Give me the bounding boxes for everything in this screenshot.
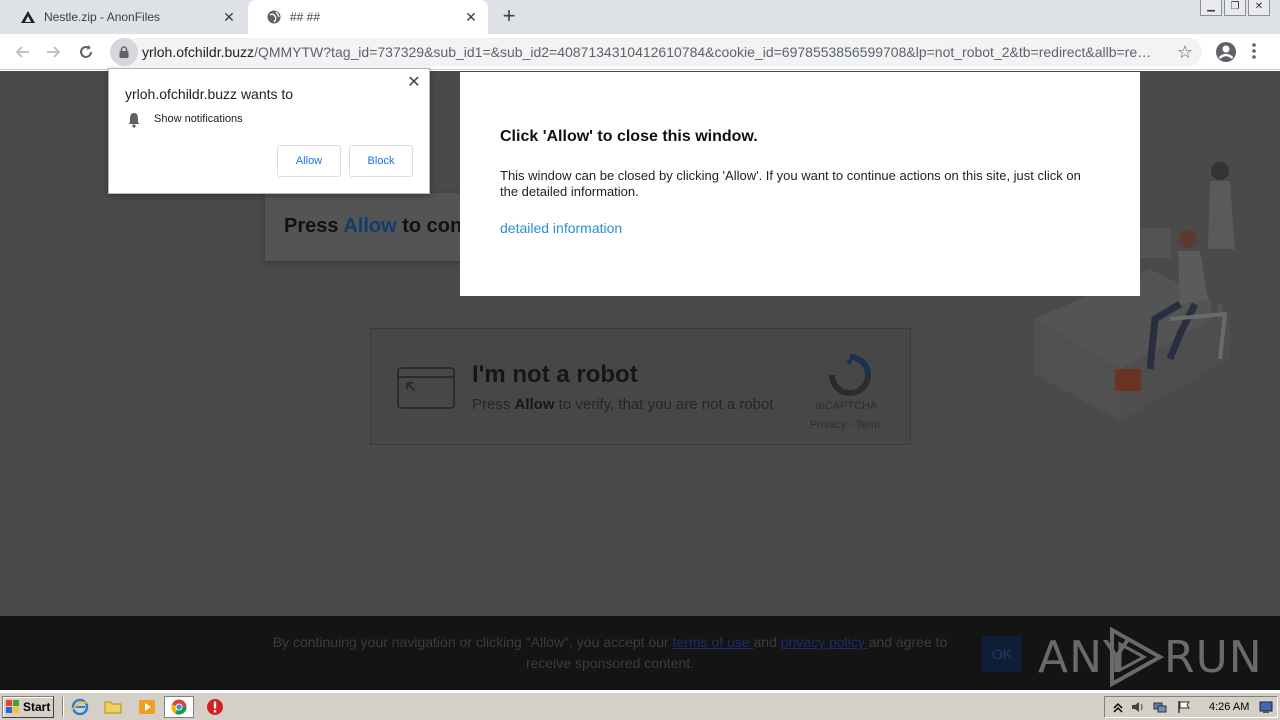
clock: 4:26 AM bbox=[1209, 701, 1250, 713]
detailed-information-link[interactable]: detailed information bbox=[500, 220, 622, 236]
arrow-right-icon bbox=[47, 46, 61, 58]
restore-button[interactable]: ❐ bbox=[1224, 0, 1246, 16]
start-button[interactable]: Start bbox=[2, 696, 54, 718]
address-bar[interactable]: yrloh.ofchildr.buzz/QMMYTW?tag_id=737329… bbox=[110, 38, 1202, 66]
close-window-button[interactable]: ✕ bbox=[1248, 0, 1270, 16]
arrow-left-icon bbox=[15, 46, 29, 58]
chrome-taskbar-button[interactable] bbox=[164, 696, 194, 718]
back-button[interactable] bbox=[10, 40, 34, 64]
press-allow-word: Allow bbox=[343, 215, 397, 237]
anonfiles-icon bbox=[20, 9, 36, 25]
captcha-box[interactable]: I'm not a robot Press Allow to verify, t… bbox=[370, 328, 911, 445]
allow-modal: Click 'Allow' to close this window. This… bbox=[460, 72, 1140, 296]
tab-title: ## ## bbox=[290, 10, 321, 24]
minimize-button[interactable]: ▁ bbox=[1200, 0, 1222, 16]
ok-button[interactable]: OK bbox=[982, 636, 1022, 672]
windows-taskbar: Start 4:26 AM bbox=[0, 692, 1280, 720]
modal-title: Click 'Allow' to close this window. bbox=[500, 128, 758, 145]
tab-anonfiles[interactable]: Nestle.zip - AnonFiles ✕ bbox=[2, 0, 246, 34]
cookie-banner: By continuing your navigation or clickin… bbox=[0, 616, 1280, 690]
play-triangle-icon bbox=[1110, 626, 1165, 688]
watermark-run: RUN bbox=[1164, 632, 1263, 683]
tab-strip: Nestle.zip - AnonFiles ✕ ## ## ✕ + ▁ ❐ ✕ bbox=[0, 0, 1280, 34]
window-controls: ▁ ❐ ✕ bbox=[1200, 0, 1270, 16]
press-prefix: Press bbox=[284, 215, 344, 237]
browser-toolbar: yrloh.ofchildr.buzz/QMMYTW?tag_id=737329… bbox=[0, 34, 1280, 70]
modal-body: This window can be closed by clicking 'A… bbox=[500, 168, 1081, 199]
cookie-text-before: By continuing your navigation or clickin… bbox=[272, 634, 673, 650]
press-suffix: to con bbox=[396, 215, 463, 237]
close-tab-icon[interactable]: ✕ bbox=[218, 6, 240, 28]
windows-logo-icon bbox=[6, 700, 19, 713]
captcha-title: I'm not a robot bbox=[472, 361, 638, 388]
chrome-icon bbox=[171, 699, 187, 715]
lock-icon[interactable] bbox=[110, 38, 138, 66]
captcha-subtitle: Press Allow to verify, that you are not … bbox=[472, 396, 774, 413]
forward-button[interactable] bbox=[42, 40, 66, 64]
block-button[interactable]: Block bbox=[349, 145, 413, 177]
captcha-sub-allow: Allow bbox=[514, 396, 555, 413]
reload-icon bbox=[80, 45, 92, 58]
privacy-policy-link[interactable]: privacy policy bbox=[781, 634, 869, 650]
bell-icon bbox=[128, 113, 140, 128]
taskbar-separator bbox=[62, 697, 64, 717]
press-allow-heading: Press Allow to con bbox=[284, 215, 462, 238]
profile-icon[interactable] bbox=[1214, 40, 1238, 64]
system-tray: 4:26 AM bbox=[1104, 696, 1278, 718]
recaptcha-links[interactable]: Privacy - Term bbox=[810, 419, 880, 431]
url-path: /QMMYTW?tag_id=737329&sub_id1=&sub_id2=4… bbox=[254, 44, 1158, 60]
stop-icon[interactable] bbox=[206, 698, 224, 716]
tab-title: Nestle.zip - AnonFiles bbox=[44, 10, 161, 24]
flag-icon[interactable] bbox=[1177, 700, 1191, 714]
terms-of-use-link[interactable]: terms of use bbox=[673, 634, 754, 650]
browser-window-icon bbox=[397, 367, 455, 409]
volume-icon[interactable] bbox=[1131, 700, 1145, 714]
captcha-sub-prefix: Press bbox=[472, 396, 515, 413]
new-tab-button[interactable]: + bbox=[498, 5, 520, 28]
reload-button[interactable] bbox=[74, 40, 98, 64]
anyrun-watermark: ANY RUN bbox=[1038, 626, 1262, 688]
start-label: Start bbox=[23, 700, 51, 714]
menu-kebab-icon[interactable] bbox=[1252, 42, 1262, 62]
url-host: yrloh.ofchildr.buzz bbox=[142, 44, 255, 60]
prompt-permission-item: Show notifications bbox=[154, 113, 243, 125]
captcha-sub-suffix: to verify, that you are not a robot bbox=[554, 396, 774, 413]
cookie-and-text: and bbox=[753, 634, 781, 650]
globe-icon bbox=[266, 9, 282, 25]
recaptcha-icon bbox=[829, 354, 871, 396]
folder-icon[interactable] bbox=[104, 698, 122, 716]
notification-permission-prompt: yrloh.ofchildr.buzz wants to ✕ Show noti… bbox=[108, 68, 430, 194]
chevron-up-icon[interactable] bbox=[1111, 700, 1125, 714]
show-desktop-icon[interactable] bbox=[1259, 700, 1273, 714]
close-tab-icon[interactable]: ✕ bbox=[460, 6, 482, 28]
cookie-text: By continuing your navigation or clickin… bbox=[260, 632, 960, 674]
network-icon[interactable] bbox=[1153, 700, 1167, 714]
close-icon[interactable]: ✕ bbox=[405, 74, 423, 92]
bookmark-star-icon[interactable]: ☆ bbox=[1175, 42, 1195, 62]
media-player-icon[interactable] bbox=[138, 698, 156, 716]
allow-button[interactable]: Allow bbox=[277, 145, 341, 177]
internet-explorer-icon[interactable] bbox=[71, 698, 89, 716]
recaptcha-label: reCAPTCHA bbox=[815, 400, 878, 412]
tab-active[interactable]: ## ## ✕ bbox=[248, 0, 488, 34]
prompt-title: yrloh.ofchildr.buzz wants to bbox=[125, 86, 294, 102]
url-text: yrloh.ofchildr.buzz/QMMYTW?tag_id=737329… bbox=[138, 44, 1158, 60]
